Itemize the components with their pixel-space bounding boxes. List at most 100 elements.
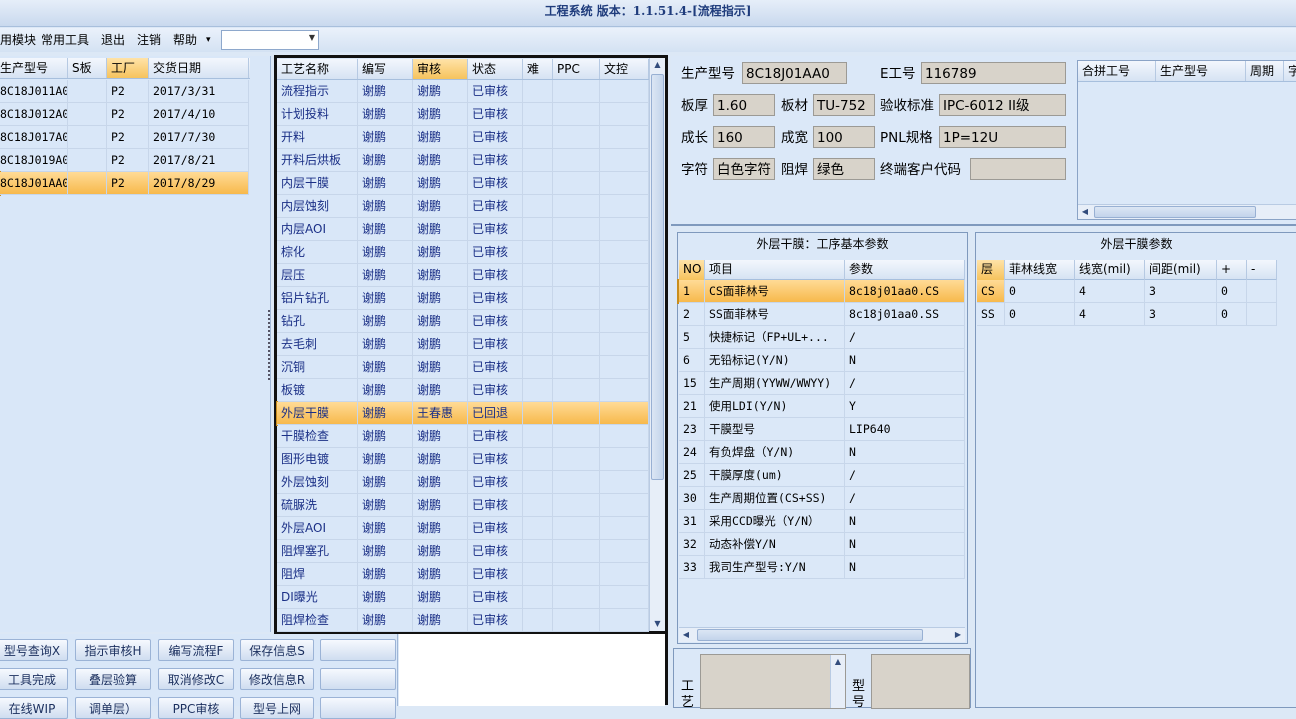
process-cell-difficulty[interactable]: [523, 218, 553, 241]
order-cell-factory[interactable]: P2: [107, 149, 149, 172]
param-cell-item[interactable]: CS面菲林号: [705, 280, 845, 303]
param-cell-no[interactable]: 6: [679, 349, 705, 372]
film-cell-line-width[interactable]: 4: [1075, 303, 1145, 326]
process-cell-difficulty[interactable]: [523, 379, 553, 402]
col-writer[interactable]: 编写: [358, 59, 413, 79]
process-cell-name[interactable]: 外层干膜: [277, 402, 358, 425]
order-cell-date[interactable]: 2017/8/29: [149, 172, 249, 195]
process-cell-ppc[interactable]: [553, 540, 600, 563]
process-cell-writer[interactable]: 谢鹏: [358, 80, 413, 103]
cancel-edit-button[interactable]: 取消修改C: [158, 668, 234, 690]
process-cell-reviewer[interactable]: 王春惠: [413, 402, 468, 425]
process-cell-reviewer[interactable]: 谢鹏: [413, 471, 468, 494]
process-cell-difficulty[interactable]: [523, 609, 553, 632]
order-cell-s-board[interactable]: [68, 103, 107, 126]
ppc-review-button[interactable]: PPC审核: [158, 697, 234, 719]
param-cell-item[interactable]: 干膜型号: [705, 418, 845, 441]
param-cell-item[interactable]: SS面菲林号: [705, 303, 845, 326]
process-cell-writer[interactable]: 谢鹏: [358, 609, 413, 632]
film-cell-minus[interactable]: [1247, 280, 1277, 303]
film-cell-spacing[interactable]: 3: [1145, 303, 1217, 326]
order-cell-factory[interactable]: P2: [107, 172, 149, 195]
process-cell-reviewer[interactable]: 谢鹏: [413, 172, 468, 195]
process-cell-reviewer[interactable]: 谢鹏: [413, 448, 468, 471]
process-cell-difficulty[interactable]: [523, 517, 553, 540]
col-factory[interactable]: 工厂: [107, 58, 149, 78]
param-cell-param[interactable]: N: [845, 533, 965, 556]
process-cell-doc[interactable]: [600, 448, 649, 471]
col-merge-cycle[interactable]: 周期: [1246, 61, 1284, 81]
order-cell-date[interactable]: 2017/7/30: [149, 126, 249, 149]
process-cell-writer[interactable]: 谢鹏: [358, 149, 413, 172]
process-cell-reviewer[interactable]: 谢鹏: [413, 586, 468, 609]
param-cell-item[interactable]: 无铅标记(Y/N): [705, 349, 845, 372]
process-cell-name[interactable]: 外层AOI: [277, 517, 358, 540]
process-cell-difficulty[interactable]: [523, 563, 553, 586]
process-cell-reviewer[interactable]: 谢鹏: [413, 563, 468, 586]
process-cell-difficulty[interactable]: [523, 172, 553, 195]
process-cell-difficulty[interactable]: [523, 310, 553, 333]
order-cell-factory[interactable]: P2: [107, 80, 149, 103]
edit-process-button[interactable]: 编写流程F: [158, 639, 234, 661]
process-cell-ppc[interactable]: [553, 333, 600, 356]
order-cell-s-board[interactable]: [68, 80, 107, 103]
process-cell-writer[interactable]: 谢鹏: [358, 172, 413, 195]
order-cell-model[interactable]: 8C18J012A0: [0, 103, 68, 126]
param-cell-item[interactable]: 快捷标记（FP+UL+...: [705, 326, 845, 349]
process-cell-reviewer[interactable]: 谢鹏: [413, 540, 468, 563]
process-vscrollbar[interactable]: ▲ ▼: [649, 58, 665, 631]
param-cell-param[interactable]: N: [845, 510, 965, 533]
process-cell-difficulty[interactable]: [523, 494, 553, 517]
col-ppc[interactable]: PPC: [553, 59, 600, 79]
process-cell-doc[interactable]: [600, 218, 649, 241]
param-cell-no[interactable]: 15: [679, 372, 705, 395]
param-cell-param[interactable]: /: [845, 464, 965, 487]
param-cell-no[interactable]: 33: [679, 556, 705, 579]
process-cell-name[interactable]: 流程指示: [277, 80, 358, 103]
process-cell-writer[interactable]: 谢鹏: [358, 103, 413, 126]
order-cell-s-board[interactable]: [68, 126, 107, 149]
col-merge-model[interactable]: 生产型号: [1156, 61, 1246, 81]
col-param[interactable]: 参数: [845, 260, 965, 280]
process-cell-status[interactable]: 已审核: [468, 103, 523, 126]
process-cell-writer[interactable]: 谢鹏: [358, 494, 413, 517]
param-cell-item[interactable]: 采用CCD曝光（Y/N）: [705, 510, 845, 533]
process-cell-ppc[interactable]: [553, 425, 600, 448]
process-cell-ppc[interactable]: [553, 103, 600, 126]
process-cell-reviewer[interactable]: 谢鹏: [413, 80, 468, 103]
process-cell-name[interactable]: 开料后烘板: [277, 149, 358, 172]
process-cell-name[interactable]: 沉铜: [277, 356, 358, 379]
process-cell-name[interactable]: 层压: [277, 264, 358, 287]
menu-common-tools[interactable]: 常用工具: [41, 28, 89, 52]
process-cell-ppc[interactable]: [553, 264, 600, 287]
scroll-down-icon[interactable]: ▼: [650, 617, 665, 631]
param-cell-no[interactable]: 23: [679, 418, 705, 441]
process-cell-difficulty[interactable]: [523, 126, 553, 149]
process-cell-status[interactable]: 已审核: [468, 126, 523, 149]
memo-vscrollbar[interactable]: ▲: [830, 655, 845, 708]
col-minus[interactable]: -: [1247, 260, 1277, 280]
process-cell-difficulty[interactable]: [523, 264, 553, 287]
process-cell-ppc[interactable]: [553, 310, 600, 333]
process-cell-doc[interactable]: [600, 609, 649, 632]
process-cell-doc[interactable]: [600, 241, 649, 264]
process-cell-reviewer[interactable]: 谢鹏: [413, 126, 468, 149]
merge-scroll-thumb[interactable]: [1094, 206, 1256, 218]
param-cell-param[interactable]: 8c18j01aa0.SS: [845, 303, 965, 326]
customer-code-field[interactable]: [970, 158, 1066, 180]
film-cell-film-width[interactable]: 0: [1005, 303, 1075, 326]
blank-button-2[interactable]: [320, 668, 396, 690]
process-cell-writer[interactable]: 谢鹏: [358, 379, 413, 402]
instruction-review-button[interactable]: 指示审核H: [75, 639, 151, 661]
film-cell-layer[interactable]: CS: [977, 280, 1005, 303]
order-cell-factory[interactable]: P2: [107, 103, 149, 126]
process-cell-name[interactable]: 棕化: [277, 241, 358, 264]
order-cell-model[interactable]: 8C18J01AA0: [0, 172, 68, 195]
film-cell-line-width[interactable]: 4: [1075, 280, 1145, 303]
chevron-down-icon[interactable]: ▾: [206, 28, 211, 52]
process-cell-doc[interactable]: [600, 310, 649, 333]
process-cell-difficulty[interactable]: [523, 195, 553, 218]
process-cell-reviewer[interactable]: 谢鹏: [413, 103, 468, 126]
param-cell-item[interactable]: 生产周期位置(CS+SS): [705, 487, 845, 510]
col-line-width[interactable]: 线宽(mil): [1075, 260, 1145, 280]
